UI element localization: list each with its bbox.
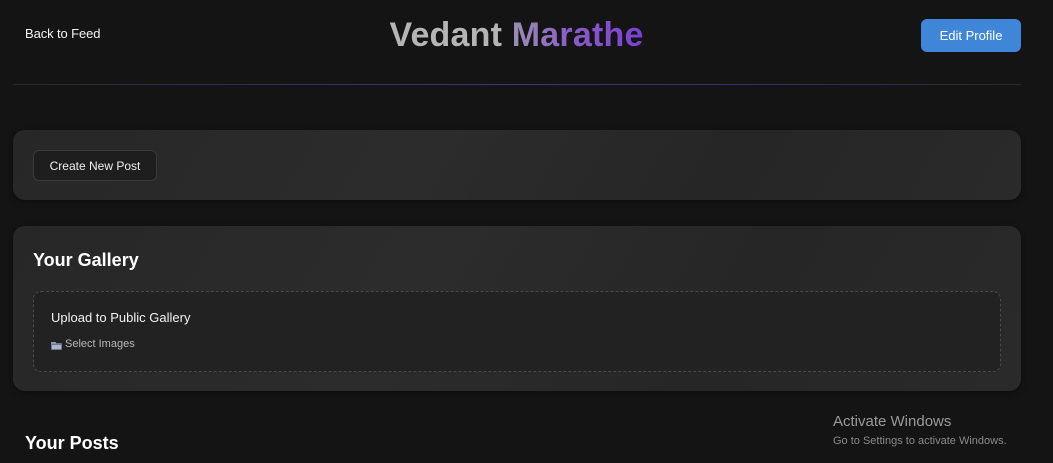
profile-page: Back to Feed Vedant Marathe Edit Profile… — [0, 0, 1053, 463]
posts-heading: Your Posts — [25, 433, 119, 453]
profile-name-title: Vedant Marathe — [0, 13, 1033, 57]
edit-profile-button[interactable]: Edit Profile — [921, 19, 1021, 52]
page-header: Back to Feed Vedant Marathe Edit Profile — [0, 0, 1053, 85]
upload-title: Upload to Public Gallery — [51, 310, 191, 325]
watermark-subtitle: Go to Settings to activate Windows. — [833, 435, 1007, 447]
gallery-card: Your Gallery Upload to Public Gallery Se… — [13, 226, 1021, 391]
folder-icon — [51, 341, 62, 350]
create-new-post-button[interactable]: Create New Post — [33, 150, 157, 181]
profile-last-name: Marathe — [511, 16, 644, 54]
select-images-label: Select Images — [65, 338, 135, 350]
create-post-card: Create New Post — [13, 130, 1021, 200]
select-images-button[interactable]: Select Images — [51, 338, 135, 350]
watermark-title: Activate Windows — [833, 413, 952, 430]
gallery-heading: Your Gallery — [33, 250, 139, 270]
header-divider — [13, 84, 1021, 85]
upload-dropzone[interactable]: Upload to Public Gallery Select Images — [33, 291, 1001, 372]
profile-first-name: Vedant — [389, 16, 503, 54]
windows-activation-watermark: Activate Windows Go to Settings to activ… — [833, 413, 1007, 449]
